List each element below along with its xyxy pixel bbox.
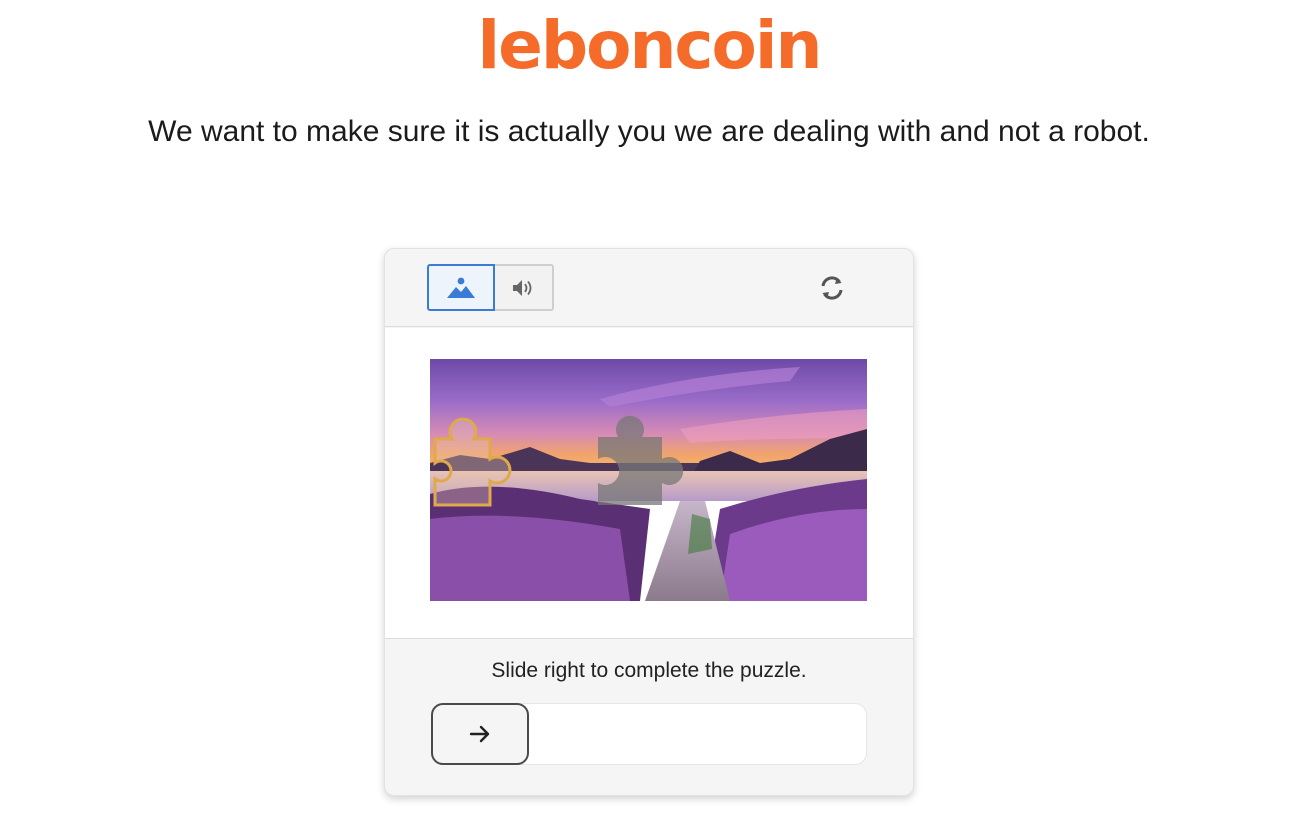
refresh-icon (821, 276, 843, 300)
refresh-button[interactable] (817, 273, 847, 303)
captcha-card: Slide right to complete the puzzle. (384, 248, 914, 796)
image-mode-button[interactable] (427, 264, 495, 311)
puzzle-image (430, 359, 867, 601)
captcha-mode-toggle (427, 264, 554, 311)
captcha-header (385, 249, 913, 327)
slider-instruction: Slide right to complete the puzzle. (491, 659, 807, 682)
page-tagline: We want to make sure it is actually you … (148, 115, 1150, 148)
arrow-right-icon (469, 725, 490, 743)
speaker-icon (512, 279, 531, 296)
slider-handle[interactable] (431, 703, 529, 765)
leboncoin-logo: leboncoin (0, 6, 1298, 86)
captcha-image-area (385, 328, 913, 639)
image-icon (447, 277, 475, 298)
logo-text: leboncoin (477, 7, 822, 84)
audio-mode-button[interactable] (495, 264, 554, 311)
